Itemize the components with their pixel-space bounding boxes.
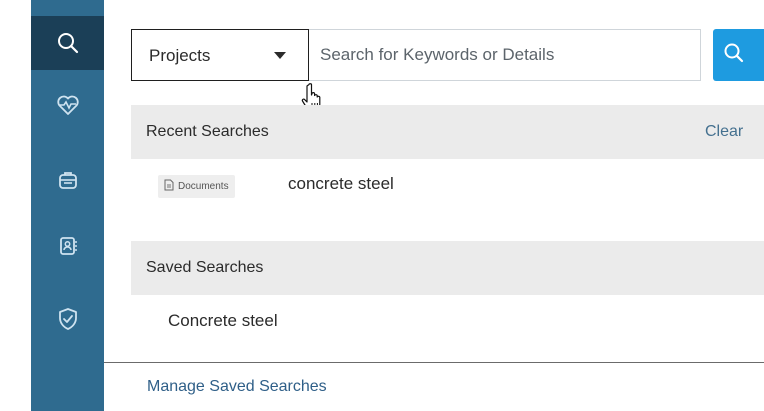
clear-recent-link[interactable]: Clear: [705, 123, 743, 141]
document-icon: [164, 178, 174, 196]
search-button[interactable]: [713, 29, 764, 81]
saved-searches-header: Saved Searches: [131, 241, 764, 295]
chevron-down-icon: [274, 52, 286, 59]
documents-badge: Documents: [158, 175, 235, 198]
scope-dropdown[interactable]: Projects: [131, 29, 309, 81]
documents-badge-label: Documents: [178, 181, 229, 192]
heart-pulse-icon: [56, 94, 80, 116]
sidebar-item-security[interactable]: [31, 292, 104, 346]
search-icon: [56, 31, 80, 55]
search-input[interactable]: [309, 29, 701, 81]
recent-searches-title: Recent Searches: [146, 123, 269, 140]
briefcase-icon: [57, 169, 79, 191]
sidebar: [0, 0, 104, 411]
saved-search-item[interactable]: Concrete steel: [168, 311, 278, 331]
sidebar-item-health[interactable]: [31, 78, 104, 132]
recent-searches-header: Recent Searches Clear: [131, 105, 764, 159]
manage-saved-searches-link[interactable]: Manage Saved Searches: [147, 378, 327, 396]
sidebar-item-briefcase[interactable]: [31, 153, 104, 207]
scope-dropdown-label: Projects: [149, 46, 211, 65]
recent-search-text: concrete steel: [288, 174, 394, 193]
sidebar-item-contacts[interactable]: [31, 219, 104, 273]
shield-check-icon: [57, 307, 79, 331]
saved-searches-title: Saved Searches: [146, 259, 264, 276]
recent-search-item[interactable]: Documents concrete steel: [131, 164, 764, 204]
divider: [104, 362, 764, 363]
search-icon: [723, 42, 745, 69]
sidebar-item-search[interactable]: [31, 16, 104, 70]
contact-book-icon: [57, 235, 79, 257]
